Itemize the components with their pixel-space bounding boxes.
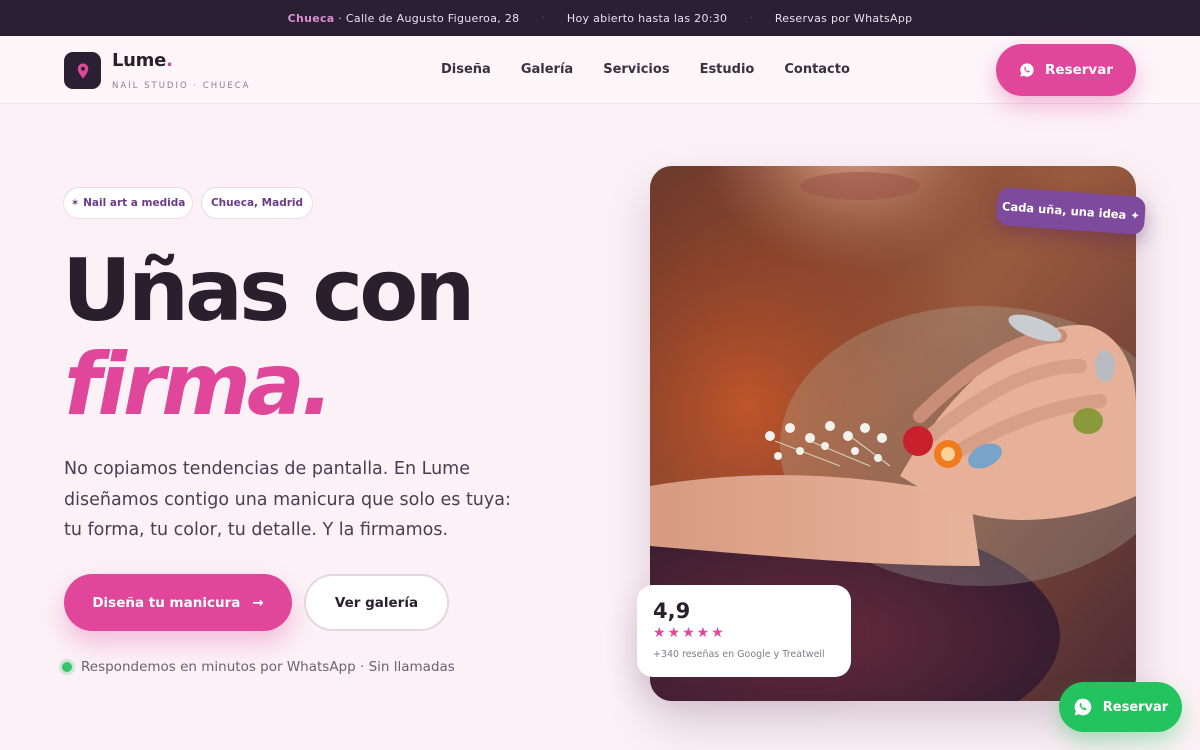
floating-whatsapp-button[interactable]: Reservar xyxy=(1059,682,1182,732)
address-text: · Calle de Augusto Figueroa, 28 xyxy=(338,11,520,25)
disena-manicura-button[interactable]: Diseña tu manicura → xyxy=(64,574,292,631)
response-note-text: Respondemos en minutos por WhatsApp · Si… xyxy=(81,659,455,675)
brand-name[interactable]: Lume. xyxy=(112,50,173,71)
brand-tagline: NAIL STUDIO · CHUECA xyxy=(112,81,251,91)
arrow-right-icon: → xyxy=(252,594,264,611)
brand-dot: . xyxy=(166,50,173,71)
rating-card: 4,9 ★★★★★ +340 reseñas en Google y Treat… xyxy=(637,585,851,677)
address-info: Chueca · Calle de Augusto Figueroa, 28 xyxy=(288,12,520,25)
disena-manicura-label: Diseña tu manicura xyxy=(92,594,241,611)
nav-item-contacto[interactable]: Contacto xyxy=(784,62,850,77)
nav-item-galeria[interactable]: Galería xyxy=(521,62,573,77)
separator: · xyxy=(541,12,545,24)
pill-location: Chueca, Madrid xyxy=(201,187,313,219)
headline-line-2: firma. xyxy=(64,335,334,435)
headline-line-1: Uñas con xyxy=(62,241,476,341)
hero-description: No copiamos tendencias de pantalla. En L… xyxy=(64,459,511,540)
rating-stars: ★★★★★ xyxy=(653,625,726,641)
rating-value: 4,9 xyxy=(653,599,691,623)
reservar-button[interactable]: Reservar xyxy=(996,44,1136,96)
map-pin-icon xyxy=(77,63,88,78)
whatsapp-icon xyxy=(1020,63,1034,77)
separator: · xyxy=(749,12,753,24)
response-note: Respondemos en minutos por WhatsApp · Si… xyxy=(62,659,455,675)
main-nav: Diseña Galería Servicios Estudio Contact… xyxy=(441,62,850,77)
nav-item-disena[interactable]: Diseña xyxy=(441,62,491,77)
whatsapp-bookings-link[interactable]: Reservas por WhatsApp xyxy=(775,12,913,25)
ver-galeria-button[interactable]: Ver galería xyxy=(304,574,449,631)
nav-item-estudio[interactable]: Estudio xyxy=(700,62,755,77)
logo[interactable] xyxy=(64,52,101,89)
brand-name-text: Lume xyxy=(112,50,167,71)
floating-whatsapp-label: Reservar xyxy=(1102,699,1169,715)
opening-hours: Hoy abierto hasta las 20:30 xyxy=(566,11,728,25)
whatsapp-icon xyxy=(1074,698,1092,716)
reservar-button-label: Reservar xyxy=(1045,62,1113,78)
pill-nail-art: ✶ Nail art a medida xyxy=(63,187,193,219)
nav-item-servicios[interactable]: Servicios xyxy=(603,62,669,77)
online-status-dot xyxy=(62,662,72,672)
rating-reviews: +340 reseñas en Google y Treatwell xyxy=(653,649,825,660)
location-highlight: Chueca xyxy=(287,11,335,25)
site-header: Lume. NAIL STUDIO · CHUECA Diseña Galerí… xyxy=(0,36,1200,104)
top-info-bar: Chueca · Calle de Augusto Figueroa, 28 ·… xyxy=(0,0,1200,36)
